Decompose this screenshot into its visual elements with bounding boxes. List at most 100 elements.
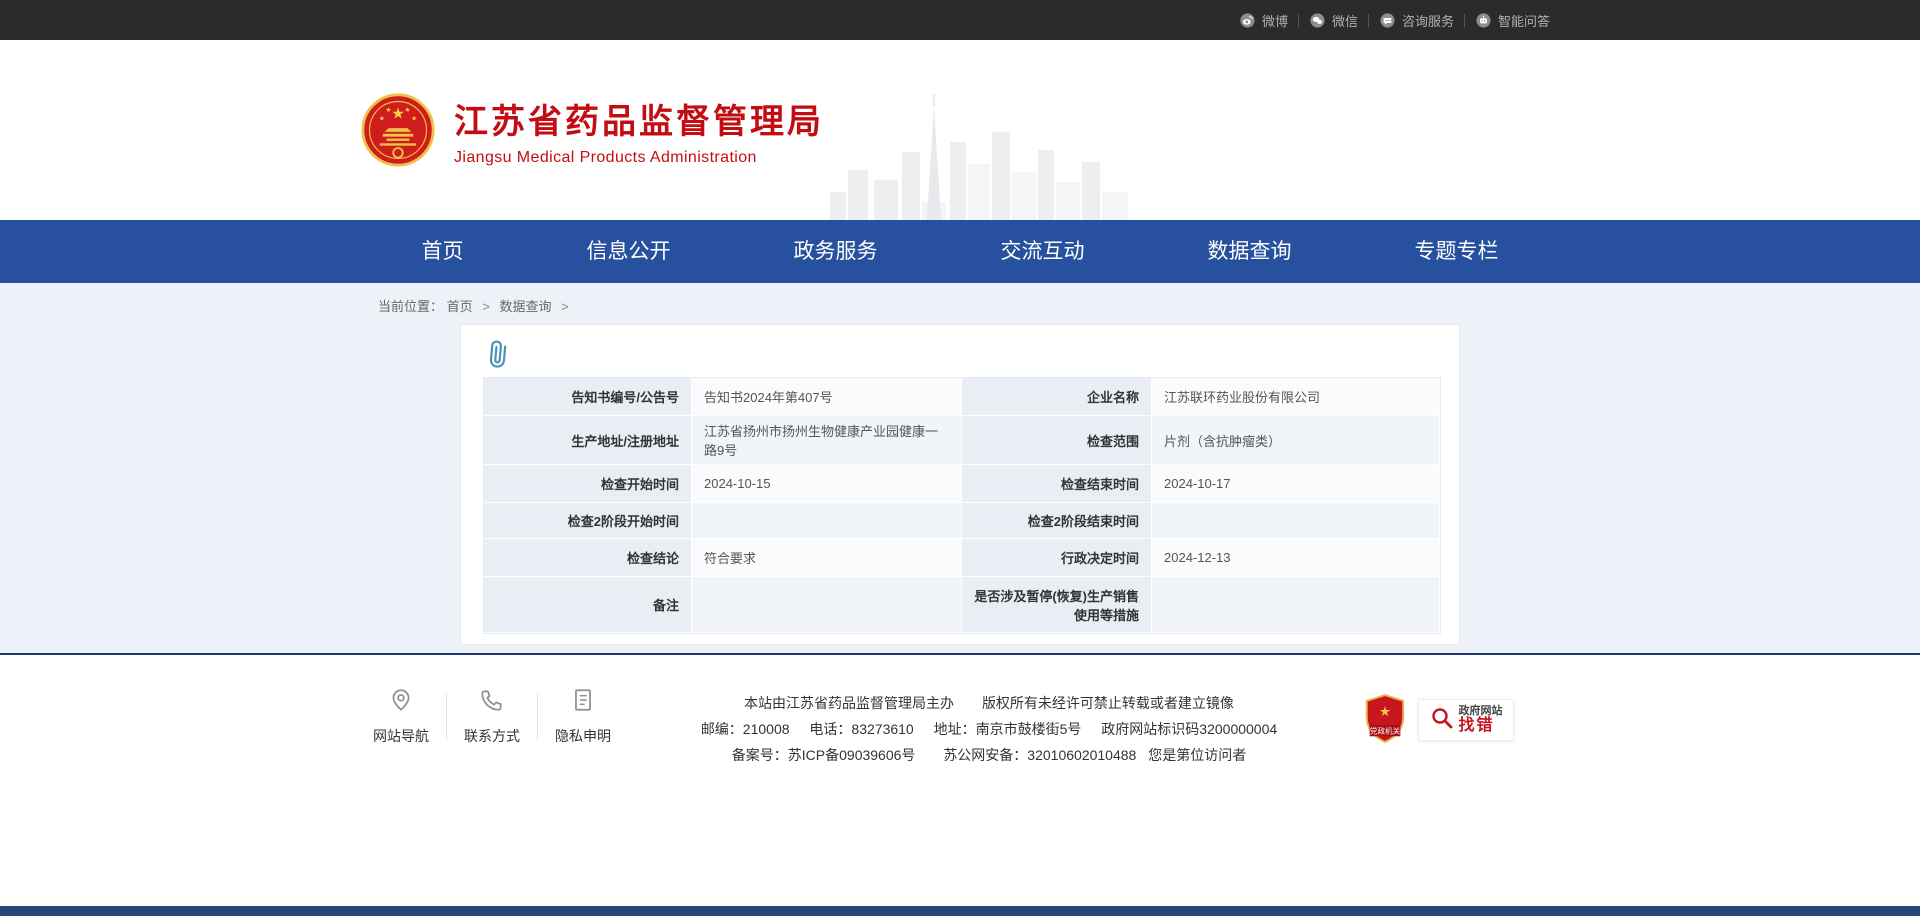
topbar-link-weibo[interactable]: 微博 <box>1229 11 1298 30</box>
footer-info: 本站由江苏省药品监督管理局主办 版权所有未经许可禁止转载或者建立镜像 邮编：21… <box>616 687 1362 769</box>
label-address: 生产地址/注册地址 <box>484 416 692 465</box>
detail-card: 告知书编号/公告号 告知书2024年第407号 企业名称 江苏联环药业股份有限公… <box>460 324 1460 645</box>
site-title: 江苏省药品监督管理局 <box>454 94 824 143</box>
phone-icon <box>479 687 505 718</box>
label-inspection-scope: 检查范围 <box>962 416 1152 465</box>
topbar-link-label: 智能问答 <box>1498 11 1550 30</box>
breadcrumb-separator: > <box>561 299 569 314</box>
site-error-report-badge[interactable]: 政府网站 找错 <box>1418 699 1514 741</box>
map-pin-icon <box>388 687 414 718</box>
magnifier-icon <box>1430 706 1454 735</box>
table-row: 检查结论 符合要求 行政决定时间 2024-12-13 <box>484 539 1440 577</box>
nav-item-gov-services[interactable]: 政务服务 <box>788 220 884 283</box>
badge-report-bottom: 找错 <box>1459 717 1503 735</box>
footer-site-id: 政府网站标识码3200000004 <box>1101 721 1277 737</box>
breadcrumb-section-link[interactable]: 数据查询 <box>500 299 552 314</box>
city-skyline-illustration <box>830 92 1140 220</box>
badge-report-top: 政府网站 <box>1459 705 1503 717</box>
label-company-name: 企业名称 <box>962 378 1152 416</box>
topbar-link-consult-service[interactable]: 咨询服务 <box>1369 11 1464 30</box>
bottom-strip <box>0 906 1920 916</box>
value-inspection-start: 2024-10-15 <box>692 465 962 503</box>
footer-phone: 电话：83273610 <box>809 721 913 737</box>
svg-text:★: ★ <box>386 107 392 114</box>
footer-copyright-text: 版权所有未经许可禁止转载或者建立镜像 <box>982 695 1234 711</box>
label-inspection-end: 检查结束时间 <box>962 465 1152 503</box>
footer-address: 地址：南京市鼓楼街5号 <box>934 721 1082 737</box>
topbar: 微博 微信 咨询服务 智能问答 <box>0 0 1920 40</box>
footer-link-label: 联系方式 <box>464 726 520 746</box>
content-area: 当前位置： 首页 > 数据查询 > 告知书编号/公告号 告知书2024年第407… <box>0 283 1920 653</box>
footer-separator <box>537 694 538 740</box>
topbar-link-wechat[interactable]: 微信 <box>1299 11 1368 30</box>
value-phase2-end <box>1152 503 1440 539</box>
svg-text:★: ★ <box>1379 704 1391 719</box>
table-row: 备注 是否涉及暂停(恢复)生产销售使用等措施 <box>484 577 1440 633</box>
label-inspection-start: 检查开始时间 <box>484 465 692 503</box>
nav-item-interaction[interactable]: 交流互动 <box>995 220 1091 283</box>
nav-item-info-disclosure[interactable]: 信息公开 <box>581 220 677 283</box>
breadcrumb-prefix: 当前位置： <box>378 299 443 314</box>
label-suspension-measures: 是否涉及暂停(恢复)生产销售使用等措施 <box>962 577 1152 633</box>
nav-item-home[interactable]: 首页 <box>416 220 470 283</box>
footer-icp-number: 备案号：苏ICP备09039606号 <box>732 747 916 763</box>
breadcrumb-home-link[interactable]: 首页 <box>447 299 473 314</box>
footer: 网站导航 联系方式 隐私申明 <box>0 653 1920 906</box>
footer-link-contact[interactable]: 联系方式 <box>459 687 525 746</box>
value-address: 江苏省扬州市扬州生物健康产业园健康一路9号 <box>692 416 962 465</box>
weibo-icon <box>1239 12 1256 29</box>
value-remarks <box>692 577 962 633</box>
nav-item-special-topics[interactable]: 专题专栏 <box>1409 220 1505 283</box>
footer-postcode: 邮编：210008 <box>701 721 790 737</box>
breadcrumb-separator: > <box>482 299 490 314</box>
footer-visitor-counter: 您是第位访问者 <box>1148 747 1246 763</box>
footer-line-2: 邮编：210008 电话：83273610 地址：南京市鼓楼街5号 政府网站标识… <box>616 717 1362 741</box>
value-inspection-end: 2024-10-17 <box>1152 465 1440 503</box>
svg-text:★: ★ <box>411 116 417 123</box>
label-notice-no: 告知书编号/公告号 <box>484 378 692 416</box>
value-inspection-scope: 片剂（含抗肿瘤类） <box>1152 416 1440 465</box>
value-suspension-measures <box>1152 577 1440 633</box>
label-phase2-end: 检查2阶段结束时间 <box>962 503 1152 539</box>
topbar-link-smart-qa[interactable]: 智能问答 <box>1465 11 1560 30</box>
brand: ★ ★ ★ ★ ★ 江苏省药品监督管理局 Jiangsu Medical P <box>360 92 824 168</box>
table-row: 检查2阶段开始时间 检查2阶段结束时间 <box>484 503 1440 539</box>
table-row: 告知书编号/公告号 告知书2024年第407号 企业名称 江苏联环药业股份有限公… <box>484 378 1440 416</box>
value-phase2-start <box>692 503 962 539</box>
inspection-detail-table: 告知书编号/公告号 告知书2024年第407号 企业名称 江苏联环药业股份有限公… <box>483 377 1441 634</box>
svg-text:党政机关: 党政机关 <box>1370 725 1401 735</box>
breadcrumb: 当前位置： 首页 > 数据查询 > <box>360 283 1560 324</box>
svg-text:★: ★ <box>405 107 411 114</box>
party-gov-badge[interactable]: ★ 党政机关 <box>1362 693 1408 747</box>
nav-item-data-query[interactable]: 数据查询 <box>1202 220 1298 283</box>
site-subtitle: Jiangsu Medical Products Administration <box>454 149 824 167</box>
svg-text:★: ★ <box>391 106 405 123</box>
label-conclusion: 检查结论 <box>484 539 692 577</box>
svg-text:★: ★ <box>379 116 385 123</box>
label-remarks: 备注 <box>484 577 692 633</box>
value-notice-no: 告知书2024年第407号 <box>692 378 962 416</box>
footer-link-privacy[interactable]: 隐私申明 <box>550 687 616 746</box>
brand-text: 江苏省药品监督管理局 Jiangsu Medical Products Admi… <box>454 94 824 167</box>
document-icon <box>570 687 596 718</box>
link-paperclip-icon <box>485 341 511 367</box>
topbar-link-label: 咨询服务 <box>1402 11 1454 30</box>
label-decision-date: 行政决定时间 <box>962 539 1152 577</box>
wechat-icon <box>1309 12 1326 29</box>
value-company-name: 江苏联环药业股份有限公司 <box>1152 378 1440 416</box>
label-phase2-start: 检查2阶段开始时间 <box>484 503 692 539</box>
value-conclusion: 符合要求 <box>692 539 962 577</box>
footer-line-3: 备案号：苏ICP备09039606号 苏公网安备：32010602010488 … <box>616 743 1362 767</box>
page: 微博 微信 咨询服务 智能问答 <box>0 0 1920 916</box>
footer-host-text: 本站由江苏省药品监督管理局主办 <box>744 695 954 711</box>
topbar-link-label: 微博 <box>1262 11 1288 30</box>
main-nav: 首页 信息公开 政务服务 交流互动 数据查询 专题专栏 <box>0 220 1920 283</box>
topbar-link-label: 微信 <box>1332 11 1358 30</box>
consult-service-icon <box>1379 12 1396 29</box>
smart-qa-icon <box>1475 12 1492 29</box>
badge-report-text: 政府网站 找错 <box>1459 705 1503 735</box>
national-emblem-logo: ★ ★ ★ ★ ★ <box>360 92 436 168</box>
footer-link-sitemap[interactable]: 网站导航 <box>368 687 434 746</box>
footer-link-label: 隐私申明 <box>555 726 611 746</box>
footer-line-1: 本站由江苏省药品监督管理局主办 版权所有未经许可禁止转载或者建立镜像 <box>616 691 1362 715</box>
